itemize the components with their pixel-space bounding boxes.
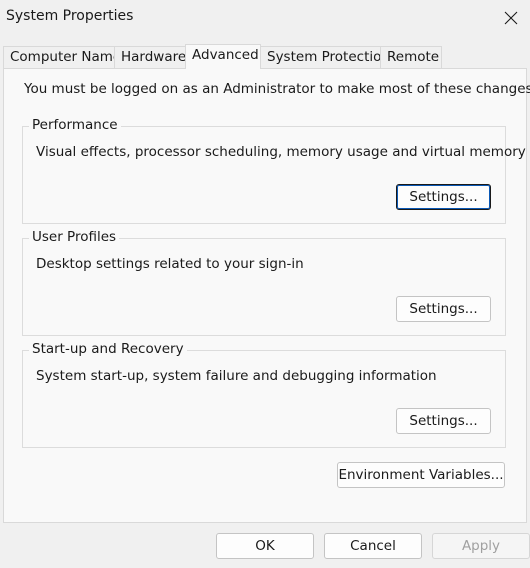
startup-recovery-settings-button[interactable]: Settings... <box>396 408 491 434</box>
ok-button[interactable]: OK <box>216 533 314 559</box>
tab-remote[interactable]: Remote <box>380 46 442 68</box>
title-bar: System Properties <box>0 0 530 36</box>
tab-computer-name[interactable]: Computer Name <box>3 46 121 68</box>
environment-variables-button[interactable]: Environment Variables... <box>337 462 505 488</box>
cancel-button[interactable]: Cancel <box>324 533 422 559</box>
user-profiles-description: Desktop settings related to your sign-in <box>36 256 304 272</box>
advanced-panel: You must be logged on as an Administrato… <box>3 68 530 523</box>
performance-title: Performance <box>29 117 121 133</box>
close-button[interactable] <box>494 0 530 36</box>
system-properties-window: System Properties Computer Name Hardware… <box>0 0 530 568</box>
admin-note: You must be logged on as an Administrato… <box>24 81 530 97</box>
close-icon <box>504 11 518 25</box>
performance-settings-button[interactable]: Settings... <box>396 184 491 210</box>
tab-system-protection[interactable]: System Protection <box>260 46 390 68</box>
user-profiles-title: User Profiles <box>29 229 120 245</box>
tab-strip: Computer Name Hardware Advanced System P… <box>3 44 527 69</box>
user-profiles-settings-button[interactable]: Settings... <box>396 296 491 322</box>
user-profiles-group: User Profiles Desktop settings related t… <box>22 229 506 336</box>
performance-description: Visual effects, processor scheduling, me… <box>36 144 526 160</box>
tab-hardware[interactable]: Hardware <box>114 46 186 68</box>
startup-recovery-title: Start-up and Recovery <box>29 341 187 357</box>
startup-recovery-group: Start-up and Recovery System start-up, s… <box>22 341 506 448</box>
window-title: System Properties <box>6 8 134 24</box>
tab-advanced[interactable]: Advanced <box>185 44 261 69</box>
startup-recovery-description: System start-up, system failure and debu… <box>36 368 437 384</box>
apply-button[interactable]: Apply <box>432 533 530 559</box>
performance-group: Performance Visual effects, processor sc… <box>22 117 526 224</box>
